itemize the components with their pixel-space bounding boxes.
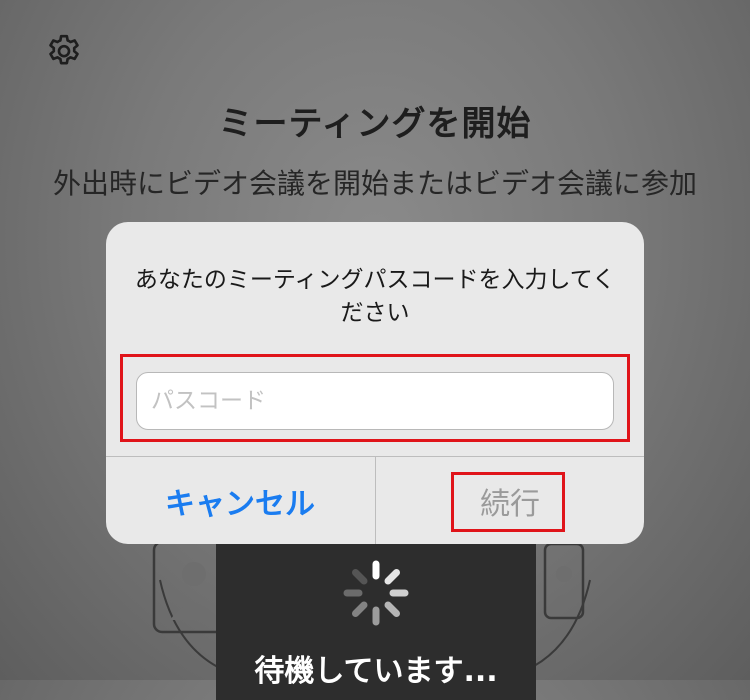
cancel-button[interactable]: キャンセル [106, 457, 374, 544]
input-highlight-box [120, 354, 630, 442]
continue-highlight-box [451, 472, 565, 532]
settings-gear-icon[interactable] [44, 32, 84, 72]
phone-user-illustration [543, 542, 585, 620]
page-subtitle: 外出時にビデオ会議を開始またはビデオ会議に参加 [52, 167, 697, 200]
dialog-message: あなたのミーティングパスコードを入力してください [134, 267, 616, 326]
passcode-dialog: あなたのミーティングパスコードを入力してください キャンセル 続行 [106, 222, 644, 544]
loading-overlay: 待機しています... [216, 540, 536, 700]
loading-spinner-icon [343, 560, 409, 626]
page-title: ミーティングを開始 [218, 104, 532, 144]
loading-text: 待機しています... [254, 654, 498, 689]
